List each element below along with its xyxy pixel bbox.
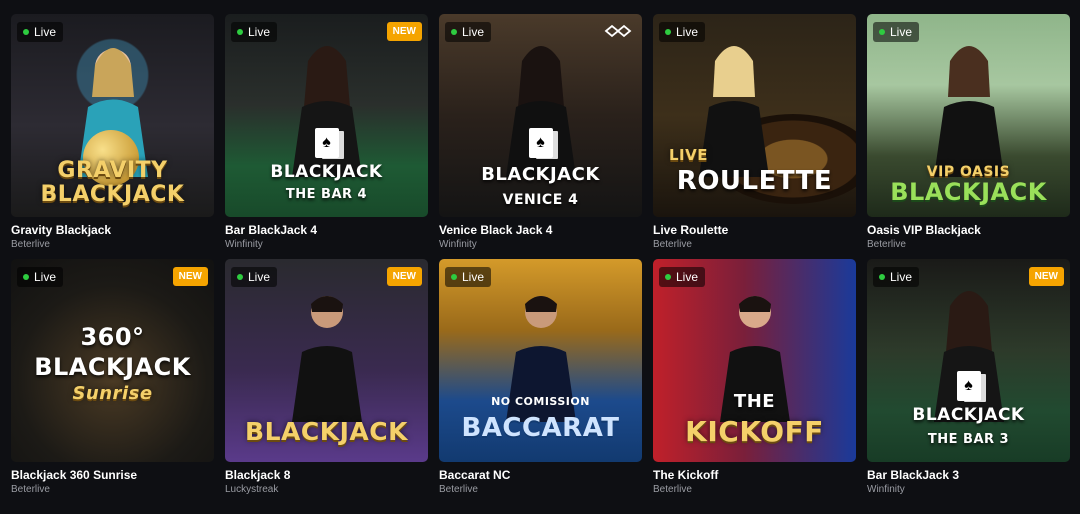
game-logo-bottom: KICKOFF (685, 415, 824, 448)
new-badge: NEW (1028, 267, 1064, 286)
game-logo-top: GRAVITY (57, 158, 168, 183)
live-dot-icon (23, 29, 29, 35)
game-name[interactable]: Oasis VIP Blackjack (867, 223, 1070, 237)
live-badge: Live (17, 267, 64, 287)
game-card[interactable]: BLACKJACK Live NEW Blackjack 8 Luckystre… (225, 259, 428, 496)
game-logo-bottom: VENICE 4 (502, 192, 579, 208)
game-thumbnail[interactable]: GRAVITY BLACKJACK Live (11, 14, 214, 217)
dealer-illustration (933, 46, 1004, 177)
game-logo-top: BLACKJACK (270, 162, 383, 182)
game-card[interactable]: LIVE ROULETTE Live Live Roulette Beterli… (653, 14, 856, 251)
game-thumbnail[interactable]: ♠ BLACKJACK VENICE 4 Live (439, 14, 642, 217)
game-grid: GRAVITY BLACKJACK Live Gravity Blackjack… (11, 14, 1070, 496)
live-badge: Live (231, 22, 278, 42)
game-name[interactable]: Live Roulette (653, 223, 856, 237)
game-logo-top: LIVE (669, 146, 708, 164)
dealer-illustration (291, 296, 362, 422)
live-dot-icon (451, 274, 457, 280)
game-logo-bottom: BLACKJACK (245, 417, 408, 446)
game-name[interactable]: Bar BlackJack 3 (867, 468, 1070, 482)
game-logo-top: BLACKJACK (481, 164, 600, 185)
new-badge: NEW (172, 267, 208, 286)
game-thumbnail[interactable]: LIVE ROULETTE Live (653, 14, 856, 217)
game-name[interactable]: Bar BlackJack 4 (225, 223, 428, 237)
game-name[interactable]: Venice Black Jack 4 (439, 223, 642, 237)
dealer-illustration (933, 291, 1004, 422)
game-card[interactable]: THE KICKOFF Live The Kickoff Beterlive (653, 259, 856, 496)
game-provider: Beterlive (11, 484, 50, 495)
game-provider: Winfinity (225, 239, 263, 250)
live-badge: Live (445, 267, 492, 287)
live-dot-icon (879, 274, 885, 280)
game-provider: Beterlive (439, 484, 478, 495)
game-thumbnail[interactable]: ♠ BLACKJACK THE BAR 4 Live NEW (225, 14, 428, 217)
new-badge: NEW (386, 267, 422, 286)
live-dot-icon (237, 29, 243, 35)
live-badge: Live (873, 267, 920, 287)
new-badge: NEW (386, 22, 422, 41)
live-dot-icon (451, 29, 457, 35)
game-card[interactable]: GRAVITY BLACKJACK Live Gravity Blackjack… (11, 14, 214, 251)
game-logo-top: THE (733, 391, 776, 412)
game-provider: Luckystreak (225, 484, 279, 495)
game-logo-bottom: BLACKJACK (34, 353, 191, 381)
game-name[interactable]: Baccarat NC (439, 468, 642, 482)
game-name[interactable]: Gravity Blackjack (11, 223, 214, 237)
game-card[interactable]: 360° BLACKJACK Sunrise Live NEW Blackjac… (11, 259, 214, 496)
live-dot-icon (237, 274, 243, 280)
live-badge: Live (873, 22, 920, 42)
game-provider: Beterlive (11, 239, 50, 250)
game-card[interactable]: ♠ BLACKJACK THE BAR 3 Live NEW Bar Black… (867, 259, 1070, 496)
playing-card-icon: ♠ (528, 128, 553, 158)
game-logo-bottom: THE BAR 3 (927, 432, 1010, 447)
game-thumbnail[interactable]: BLACKJACK Live NEW (225, 259, 428, 462)
game-thumbnail[interactable]: 360° BLACKJACK Sunrise Live NEW (11, 259, 214, 462)
game-name[interactable]: Blackjack 360 Sunrise (11, 468, 214, 482)
game-name[interactable]: The Kickoff (653, 468, 856, 482)
game-provider: Winfinity (439, 239, 477, 250)
game-card[interactable]: ♠ BLACKJACK THE BAR 4 Live NEW Bar Black… (225, 14, 428, 251)
playing-card-icon: ♠ (956, 371, 981, 401)
game-thumbnail[interactable]: THE KICKOFF Live (653, 259, 856, 462)
game-card[interactable]: NO COMISSION BACCARAT Live Baccarat NC B… (439, 259, 642, 496)
playing-card-icon: ♠ (314, 128, 339, 158)
game-provider: Beterlive (653, 484, 692, 495)
live-badge: Live (659, 22, 706, 42)
game-logo-top: NO COMISSION (491, 395, 590, 408)
live-dot-icon (23, 274, 29, 280)
game-logo-bottom: ROULETTE (676, 166, 833, 196)
game-thumbnail[interactable]: VIP Oasis BLACKJACK Live (867, 14, 1070, 217)
live-dot-icon (879, 29, 885, 35)
game-logo-bottom: BLACKJACK (40, 182, 185, 207)
game-logo-bottom: BACCARAT (461, 413, 620, 443)
game-thumbnail[interactable]: ♠ BLACKJACK THE BAR 3 Live NEW (867, 259, 1070, 462)
game-logo-top: BLACKJACK (912, 405, 1025, 425)
live-dot-icon (665, 274, 671, 280)
game-logo-bottom: BLACKJACK (890, 178, 1047, 206)
game-card[interactable]: VIP Oasis BLACKJACK Live Oasis VIP Black… (867, 14, 1070, 251)
game-provider: Beterlive (867, 239, 906, 250)
live-badge: Live (445, 22, 492, 42)
live-badge: Live (231, 267, 278, 287)
game-provider: Beterlive (653, 239, 692, 250)
game-logo-bottom: THE BAR 4 (285, 187, 368, 202)
game-name[interactable]: Blackjack 8 (225, 468, 428, 482)
game-card[interactable]: ♠ BLACKJACK VENICE 4 Live Venice Black J… (439, 14, 642, 251)
game-thumbnail[interactable]: NO COMISSION BACCARAT Live (439, 259, 642, 462)
provider-logo-icon (604, 24, 632, 38)
game-provider: Winfinity (867, 484, 905, 495)
live-badge: Live (659, 267, 706, 287)
live-dot-icon (665, 29, 671, 35)
live-badge: Live (17, 22, 64, 42)
game-logo-sub: Sunrise (72, 383, 153, 404)
game-logo-top: 360° (80, 323, 145, 351)
